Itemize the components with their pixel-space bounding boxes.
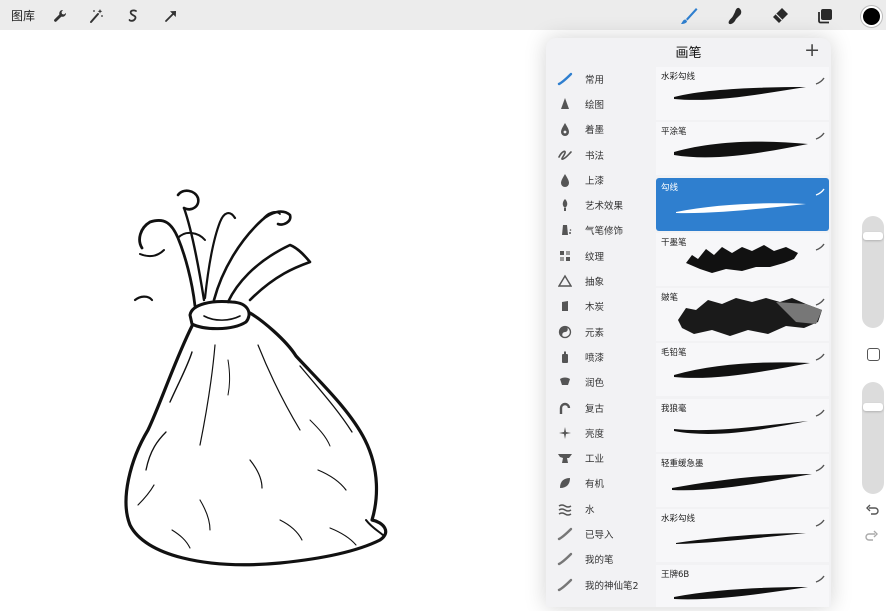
brush-item[interactable]: 轻重缓急墨 bbox=[656, 454, 829, 508]
brush-set-item[interactable]: 工业 bbox=[546, 445, 654, 470]
brush-stroke-preview bbox=[674, 362, 810, 379]
ink-drop-icon bbox=[554, 122, 576, 137]
airbrush-icon bbox=[554, 223, 576, 237]
sparkle-icon bbox=[554, 426, 576, 440]
calligraphy-icon bbox=[554, 148, 576, 162]
brush-set-item[interactable]: 复古 bbox=[546, 395, 654, 420]
brush-item[interactable]: 水彩勾线 bbox=[656, 509, 829, 563]
brush-list: 水彩勾线 平涂笔 勾线 干墨笔 皴笔 毛铅笔 我狼毫 轻重缓急墨 水彩勾线 王牌… bbox=[656, 67, 829, 607]
undo-icon[interactable] bbox=[865, 502, 879, 521]
pencil-tip-icon bbox=[554, 97, 576, 111]
brush-item[interactable]: 皴笔 bbox=[656, 288, 829, 342]
brush-set-item[interactable]: 我的笔 bbox=[546, 547, 654, 572]
stroke-icon bbox=[554, 527, 576, 541]
anvil-icon bbox=[554, 451, 576, 465]
art-brush-icon bbox=[554, 198, 576, 212]
brush-set-item[interactable]: 木炭 bbox=[546, 294, 654, 319]
brush-set-item[interactable]: 我的神仙笔2 bbox=[546, 572, 654, 597]
gallery-button[interactable]: 图库 bbox=[11, 7, 35, 24]
brush-stroke-preview bbox=[686, 244, 798, 273]
wrench-icon[interactable] bbox=[49, 5, 71, 27]
brush-sets-list: 常用 绘图 着墨 书法 上漆 艺术效果 气笔修饰 纹理 抽象 木炭 元素 喷漆 … bbox=[546, 66, 654, 597]
slider-thumb[interactable] bbox=[863, 231, 883, 240]
brush-icon[interactable] bbox=[678, 5, 700, 27]
brush-item[interactable]: 毛铅笔 bbox=[656, 343, 829, 397]
spray-can-icon bbox=[554, 350, 576, 364]
brush-item[interactable]: 我狼毫 bbox=[656, 398, 829, 452]
retouch-icon bbox=[554, 375, 576, 389]
brush-set-item[interactable]: 书法 bbox=[546, 142, 654, 167]
paint-drop-icon bbox=[554, 173, 576, 187]
leaf-icon bbox=[554, 476, 576, 490]
brush-stroke-preview bbox=[674, 420, 808, 434]
stroke-icon bbox=[554, 72, 576, 86]
brush-item[interactable]: 王牌6B bbox=[656, 564, 829, 607]
brush-set-item[interactable]: 上漆 bbox=[546, 167, 654, 192]
brush-set-item[interactable]: 润色 bbox=[546, 370, 654, 395]
brush-set-item[interactable]: 有机 bbox=[546, 471, 654, 496]
brush-stroke-preview bbox=[676, 533, 806, 545]
eraser-icon[interactable] bbox=[769, 5, 791, 27]
color-icon[interactable] bbox=[859, 4, 883, 28]
brush-size-slider[interactable] bbox=[862, 216, 884, 328]
brush-stroke-preview bbox=[674, 586, 808, 599]
brush-set-item[interactable]: 元素 bbox=[546, 319, 654, 344]
charcoal-icon bbox=[554, 299, 576, 313]
selection-icon[interactable] bbox=[122, 5, 144, 27]
brush-library-panel: 画笔 + 常用 绘图 着墨 书法 上漆 艺术效果 气笔修饰 纹理 抽象 木炭 元… bbox=[546, 38, 831, 607]
square-icon[interactable] bbox=[867, 348, 880, 361]
slider-thumb[interactable] bbox=[863, 402, 883, 411]
brush-set-item[interactable]: 气笔修饰 bbox=[546, 218, 654, 243]
magic-wand-icon[interactable] bbox=[85, 5, 107, 27]
opacity-slider[interactable] bbox=[862, 382, 884, 494]
brush-set-item[interactable]: 抽象 bbox=[546, 268, 654, 293]
brush-item[interactable]: 平涂笔 bbox=[656, 122, 829, 176]
brush-stroke-preview bbox=[674, 141, 808, 158]
brush-set-item[interactable]: 着墨 bbox=[546, 117, 654, 142]
yin-yang-icon bbox=[554, 325, 576, 339]
triangle-icon bbox=[554, 274, 576, 288]
brush-stroke-preview bbox=[676, 202, 806, 213]
layers-icon[interactable] bbox=[814, 5, 836, 27]
retro-icon bbox=[554, 401, 576, 415]
brush-set-item[interactable]: 艺术效果 bbox=[546, 192, 654, 217]
brush-item[interactable]: 水彩勾线 bbox=[656, 67, 829, 120]
stroke-icon bbox=[554, 552, 576, 566]
panel-title: 画笔 bbox=[675, 46, 702, 61]
waves-icon bbox=[554, 502, 576, 516]
brush-set-item[interactable]: 绘图 bbox=[546, 91, 654, 116]
add-brush-button[interactable]: + bbox=[804, 41, 820, 60]
brush-set-item[interactable]: 常用 bbox=[546, 66, 654, 91]
brush-set-item[interactable]: 纹理 bbox=[546, 243, 654, 268]
texture-icon bbox=[554, 249, 576, 263]
brush-set-item[interactable]: 已导入 bbox=[546, 521, 654, 546]
brush-set-item[interactable]: 亮度 bbox=[546, 420, 654, 445]
redo-icon[interactable] bbox=[865, 528, 879, 547]
brush-set-item[interactable]: 水 bbox=[546, 496, 654, 521]
brush-item[interactable]: 干墨笔 bbox=[656, 232, 829, 286]
stroke-icon bbox=[554, 578, 576, 592]
brush-item-selected[interactable]: 勾线 bbox=[656, 177, 829, 231]
brush-stroke-preview bbox=[674, 87, 806, 100]
brush-stroke-preview bbox=[672, 474, 812, 491]
transform-arrow-icon[interactable] bbox=[160, 5, 182, 27]
smudge-icon[interactable] bbox=[724, 5, 746, 27]
brush-set-item[interactable]: 喷漆 bbox=[546, 344, 654, 369]
brush-stroke-preview bbox=[678, 298, 822, 337]
